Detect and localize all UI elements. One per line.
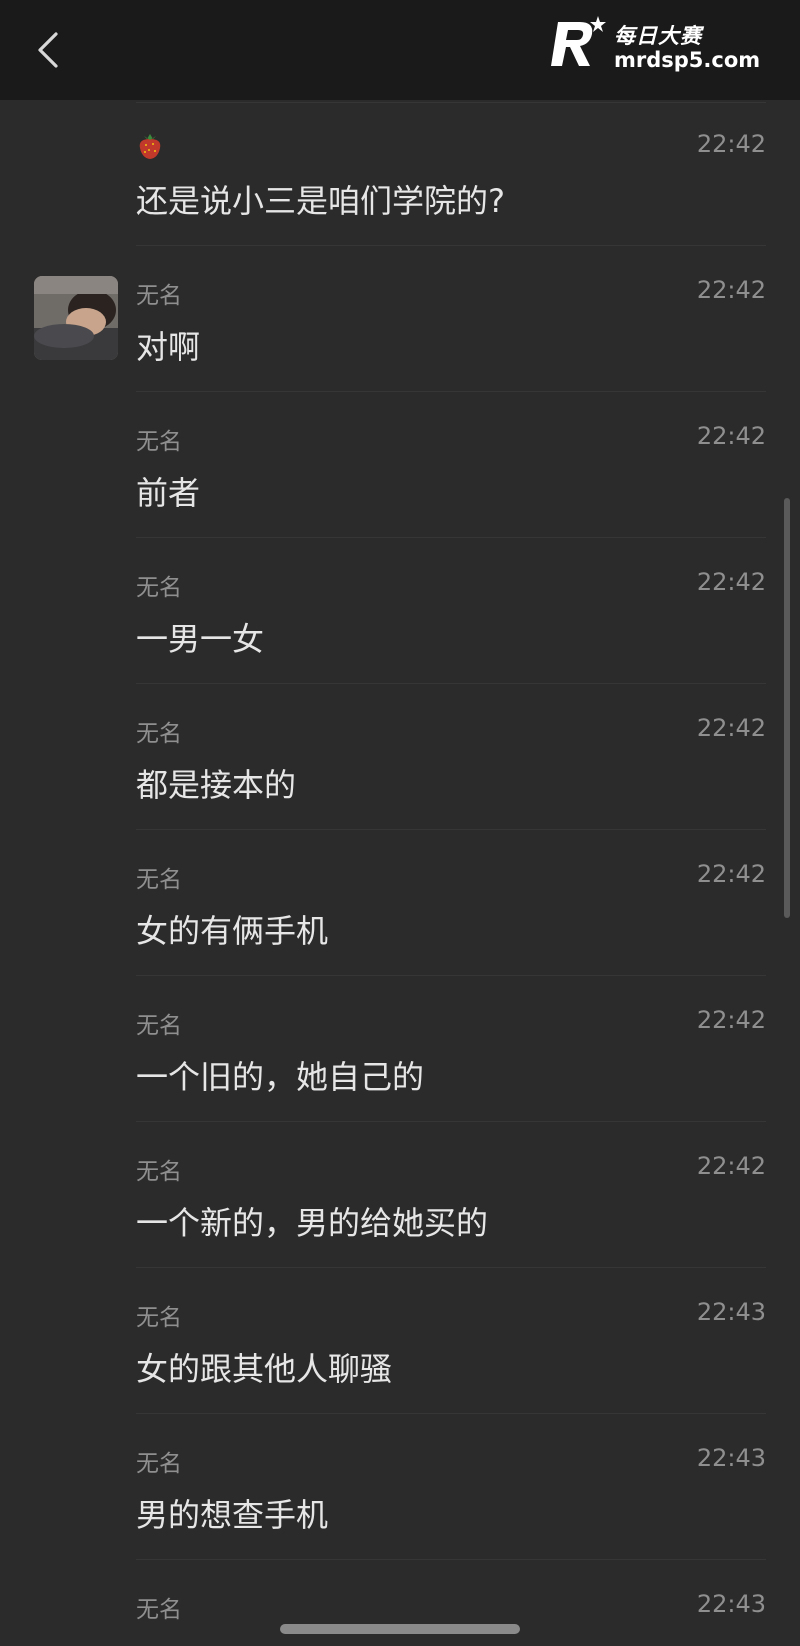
- sender-name: 无名: [136, 1305, 182, 1331]
- avatar-image: [34, 276, 118, 360]
- back-button[interactable]: [28, 28, 72, 72]
- message-time: 22:42: [696, 860, 766, 888]
- message-item[interactable]: 无名 22:42 一个旧的，她自己的: [0, 976, 800, 1122]
- message-time: 22:43: [696, 1590, 766, 1618]
- message-item[interactable]: 无名 22:42 对啊: [0, 246, 800, 392]
- message-time: 22:42: [696, 276, 766, 304]
- scrollbar[interactable]: [784, 498, 790, 918]
- message-text: 女的有俩手机: [136, 912, 329, 950]
- message-item[interactable]: 无名 22:42 一男一女: [0, 538, 800, 684]
- message-time: 22:43: [696, 1444, 766, 1472]
- message-item[interactable]: 无名 22:43 女的跟其他人聊骚: [0, 1268, 800, 1414]
- strawberry-icon: [139, 134, 161, 159]
- message-time: 22:42: [696, 568, 766, 596]
- message-time: 22:42: [696, 422, 766, 450]
- sender-name: 无名: [136, 575, 182, 601]
- message-text: 女的跟其他人聊骚: [136, 1350, 393, 1388]
- message-text: 男的想查手机: [136, 1496, 329, 1534]
- message-text: 都是接本的: [136, 766, 297, 804]
- sender-name: 无名: [136, 1451, 182, 1477]
- message-list[interactable]: 22:42 还是说小三是咱们学院的? 无名 22:42 对啊 无名 22:42 …: [0, 100, 800, 1646]
- message-text: 前者: [136, 474, 201, 512]
- message-time: 22:42: [696, 1152, 766, 1180]
- message-item[interactable]: 无名 22:42 都是接本的: [0, 684, 800, 830]
- home-indicator[interactable]: [280, 1624, 520, 1634]
- message-item[interactable]: 无名 22:43 男的想查手机: [0, 1414, 800, 1560]
- chat-screen: 每日大赛 mrdsp5.com 22:42 还是说小三是咱们学院的? 无名 22…: [0, 0, 800, 1646]
- sender-name: 无名: [136, 1159, 182, 1185]
- r-star-logo-icon: [551, 16, 606, 66]
- sender-name: 无名: [136, 721, 182, 747]
- sender-name: 无名: [136, 429, 182, 455]
- message-text: 对啊: [136, 328, 201, 366]
- sender-name: 无名: [136, 283, 182, 309]
- message-item[interactable]: 22:42 还是说小三是咱们学院的?: [0, 100, 800, 246]
- message-time: 22:43: [696, 1298, 766, 1326]
- message-text: 一个旧的，她自己的: [136, 1058, 425, 1096]
- message-time: 22:42: [696, 1006, 766, 1034]
- message-item[interactable]: 无名 22:42 一个新的，男的给她买的: [0, 1122, 800, 1268]
- message-time: 22:42: [696, 130, 766, 158]
- message-item[interactable]: 无名 22:42 女的有俩手机: [0, 830, 800, 976]
- sender-name: 无名: [136, 867, 182, 893]
- watermark-domain: mrdsp5.com: [614, 48, 761, 72]
- sender-name: 无名: [136, 1013, 182, 1039]
- avatar[interactable]: [34, 276, 118, 360]
- chevron-left-icon: [38, 32, 58, 68]
- message-time: 22:42: [696, 714, 766, 742]
- message-text: 一男一女: [136, 620, 265, 658]
- message-text: 一个新的，男的给她买的: [136, 1204, 489, 1242]
- message-text: 还是说小三是咱们学院的?: [136, 182, 505, 220]
- sender-name: 无名: [136, 1597, 182, 1623]
- top-bar: 每日大赛 mrdsp5.com: [0, 0, 800, 100]
- watermark: 每日大赛 mrdsp5.com: [548, 14, 784, 80]
- message-item[interactable]: 无名 22:42 前者: [0, 392, 800, 538]
- watermark-title: 每日大赛: [614, 24, 702, 48]
